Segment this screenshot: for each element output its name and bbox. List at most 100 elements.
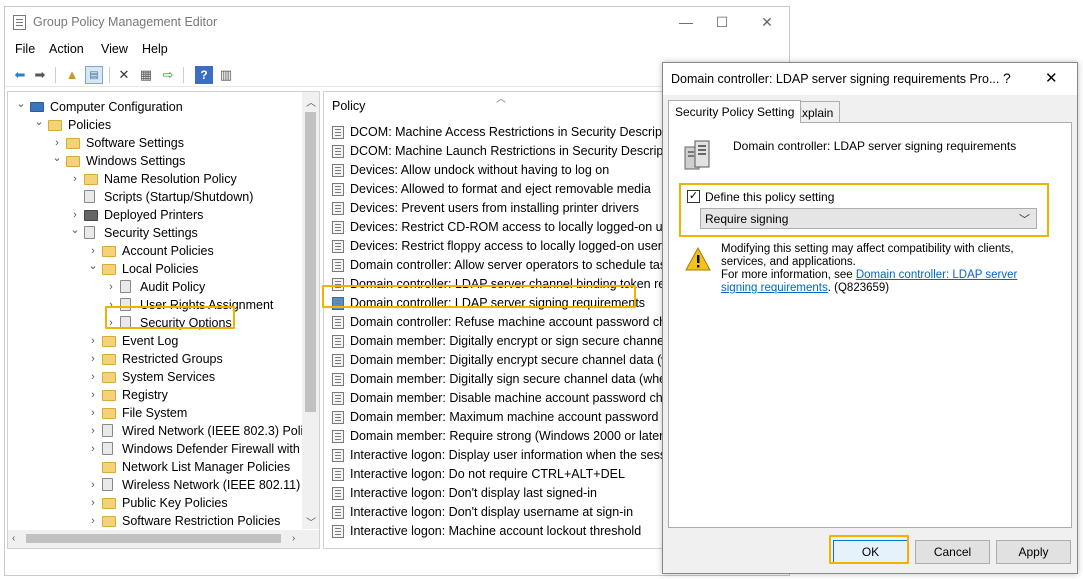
tree-item-network-list-manager-policies[interactable]: Network List Manager Policies (8, 458, 300, 476)
scroll-down-icon[interactable]: ﹀ (306, 514, 316, 529)
policy-row[interactable]: Domain controller: Refuse machine accoun… (330, 313, 668, 332)
policy-row[interactable]: Domain member: Disable machine account p… (330, 389, 668, 408)
tree-scroll-thumb[interactable] (305, 112, 316, 412)
policy-row[interactable]: Interactive logon: Don't display usernam… (330, 503, 668, 522)
chevron-right-icon[interactable]: › (88, 494, 98, 512)
chevron-right-icon[interactable]: › (88, 404, 98, 422)
tree-item-account-policies[interactable]: › Account Policies (8, 242, 300, 260)
tree-item-scripts-startup-shutdown[interactable]: Scripts (Startup/Shutdown) (8, 188, 300, 206)
policy-list-pane[interactable]: Policy ︿ DCOM: Machine Access Restrictio… (323, 91, 669, 549)
policy-row[interactable]: Devices: Restrict floppy access to local… (330, 237, 668, 256)
policy-row[interactable]: Devices: Prevent users from installing p… (330, 199, 668, 218)
tree-item-deployed-printers[interactable]: › Deployed Printers (8, 206, 300, 224)
tree-item-registry[interactable]: › Registry (8, 386, 300, 404)
tree-item-restricted-groups[interactable]: › Restricted Groups (8, 350, 300, 368)
tree-vertical-scrollbar[interactable]: ︿ ﹀ (302, 92, 319, 529)
policy-row[interactable]: Interactive logon: Don't display last si… (330, 484, 668, 503)
tree-item-windows-defender-firewall-with-a[interactable]: › Windows Defender Firewall with A (8, 440, 311, 458)
policy-row[interactable]: Domain member: Digitally encrypt secure … (330, 351, 668, 370)
tree-item-windows-settings[interactable]: ⌄ Windows Settings (8, 152, 300, 170)
minimize-button[interactable]: — (666, 11, 706, 33)
policy-row[interactable]: Domain controller: Allow server operator… (330, 256, 668, 275)
chevron-down-icon[interactable]: ⌄ (16, 95, 26, 113)
tree-item-event-log[interactable]: › Event Log (8, 332, 300, 350)
chevron-right-icon[interactable]: › (88, 350, 98, 368)
delete-icon[interactable]: ✕ (115, 66, 133, 84)
menu-help[interactable]: Help (142, 42, 168, 56)
tree-item-label: Windows Settings (86, 154, 186, 168)
forward-arrow-icon[interactable]: ➡ (31, 66, 49, 84)
chevron-right-icon[interactable]: › (70, 170, 80, 188)
scroll-up-icon[interactable]: ︿ (306, 94, 316, 109)
tree-item-policies[interactable]: ⌄ Policies (8, 116, 300, 134)
view-icon[interactable]: ▥ (217, 66, 235, 84)
tree-item-local-policies[interactable]: ⌄ Local Policies (8, 260, 300, 278)
menu-view[interactable]: View (101, 42, 128, 56)
tab-security-policy-setting[interactable]: Security Policy Setting (668, 100, 802, 123)
scroll-left-icon[interactable]: ‹ (12, 533, 15, 544)
chevron-down-icon[interactable]: ⌄ (34, 113, 44, 131)
tree-item-security-settings[interactable]: ⌄ Security Settings (8, 224, 300, 242)
policy-row[interactable]: Interactive logon: Do not require CTRL+A… (330, 465, 668, 484)
policy-row[interactable]: Interactive logon: Display user informat… (330, 446, 668, 465)
apply-button[interactable]: Apply (996, 540, 1071, 564)
tree-item-software-restriction-policies[interactable]: › Software Restriction Policies (8, 512, 300, 530)
chevron-right-icon[interactable]: › (88, 440, 98, 458)
export-icon[interactable]: ⇨ (159, 66, 177, 84)
maximize-button[interactable]: ☐ (702, 11, 742, 33)
server-icon (684, 140, 710, 170)
tree-item-system-services[interactable]: › System Services (8, 368, 300, 386)
tree-item-computer-configuration[interactable]: ⌄ Computer Configuration (8, 98, 300, 116)
tree-horizontal-scrollbar[interactable]: ‹ › (8, 530, 319, 548)
back-arrow-icon[interactable]: ⬅ (11, 66, 29, 84)
policy-row[interactable]: DCOM: Machine Access Restrictions in Sec… (330, 123, 668, 142)
scroll-right-icon[interactable]: › (292, 533, 295, 544)
tree-item-audit-policy[interactable]: › Audit Policy (8, 278, 300, 296)
chevron-right-icon[interactable]: › (106, 278, 116, 296)
policy-row[interactable]: Devices: Allowed to format and eject rem… (330, 180, 668, 199)
tree-item-file-system[interactable]: › File System (8, 404, 300, 422)
policy-row[interactable]: Domain member: Require strong (Windows 2… (330, 427, 668, 446)
tree-item-name-resolution-policy[interactable]: › Name Resolution Policy (8, 170, 300, 188)
menu-file[interactable]: File (15, 42, 35, 56)
dialog-close-button[interactable]: ✕ (1045, 69, 1058, 87)
chevron-down-icon[interactable]: ⌄ (88, 257, 98, 275)
show-tree-icon[interactable]: ▤ (85, 66, 103, 84)
chevron-right-icon[interactable]: › (88, 422, 98, 440)
define-policy-checkbox[interactable]: ✓ (687, 190, 700, 203)
policy-row[interactable]: Devices: Allow undock without having to … (330, 161, 668, 180)
cancel-button[interactable]: Cancel (915, 540, 990, 564)
policy-row[interactable]: DCOM: Machine Launch Restrictions in Sec… (330, 142, 668, 161)
policy-row[interactable]: Domain member: Digitally encrypt or sign… (330, 332, 668, 351)
chevron-right-icon[interactable]: › (88, 476, 98, 494)
folder-icon (102, 372, 116, 383)
policy-row[interactable]: Domain member: Digitally sign secure cha… (330, 370, 668, 389)
policy-icon (332, 468, 344, 481)
define-policy-label[interactable]: Define this policy setting (705, 190, 834, 204)
chevron-right-icon[interactable]: › (88, 386, 98, 404)
column-header-policy[interactable]: Policy (332, 99, 365, 113)
signing-requirement-select[interactable]: Require signing ﹀ (700, 208, 1037, 229)
up-folder-icon[interactable]: ▲ (63, 66, 81, 84)
policy-row[interactable]: Interactive logon: Machine account locko… (330, 522, 668, 541)
tree-hscroll-thumb[interactable] (26, 534, 281, 543)
chevron-right-icon[interactable]: › (88, 512, 98, 530)
list-header[interactable]: Policy ︿ (324, 92, 668, 116)
policy-row[interactable]: Devices: Restrict CD-ROM access to local… (330, 218, 668, 237)
dialog-help-button[interactable]: ? (1003, 70, 1011, 86)
help-icon[interactable]: ? (195, 66, 213, 84)
folder-icon (102, 246, 116, 257)
menu-action[interactable]: Action (49, 42, 84, 56)
policy-row[interactable]: Domain member: Maximum machine account p… (330, 408, 668, 427)
properties-icon[interactable]: ▦ (137, 66, 155, 84)
chevron-down-icon[interactable]: ⌄ (52, 149, 62, 167)
tree-item-wired-network-ieee-802-3-polici[interactable]: › Wired Network (IEEE 802.3) Polici (8, 422, 312, 440)
tree-item-wireless-network-ieee-802-11-po[interactable]: › Wireless Network (IEEE 802.11) Po (8, 476, 319, 494)
chevron-right-icon[interactable]: › (88, 332, 98, 350)
chevron-down-icon[interactable]: ⌄ (70, 221, 80, 239)
dialog-body: Domain controller: LDAP server signing r… (668, 122, 1072, 528)
tree-item-public-key-policies[interactable]: › Public Key Policies (8, 494, 300, 512)
policy-row-label: Interactive logon: Don't display last si… (350, 486, 597, 500)
close-button[interactable]: ✕ (747, 11, 787, 33)
chevron-right-icon[interactable]: › (88, 368, 98, 386)
